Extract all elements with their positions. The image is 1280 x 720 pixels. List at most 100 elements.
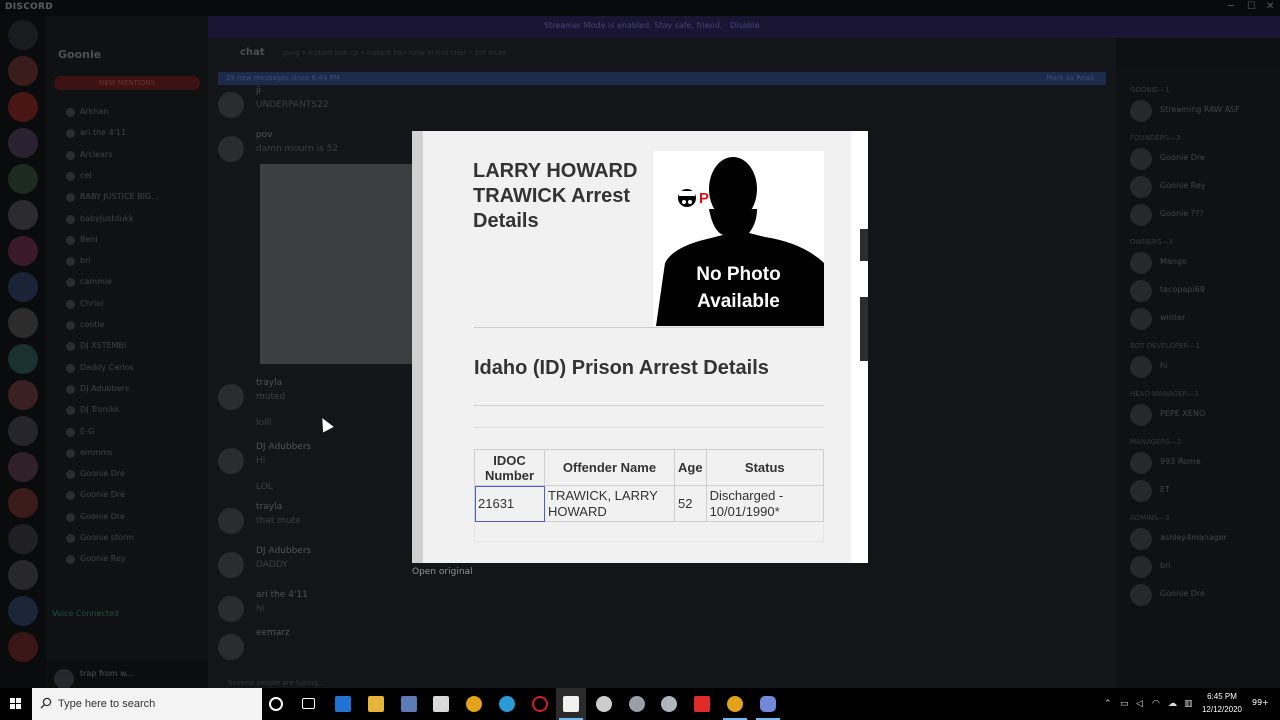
chevron-up-icon[interactable]: ⌃ <box>1104 699 1112 709</box>
open-original-link[interactable]: Open original <box>412 567 473 577</box>
server-icon[interactable] <box>8 92 38 122</box>
avatar[interactable] <box>1130 556 1152 578</box>
edge-icon[interactable] <box>499 696 515 712</box>
sidebar-channel-item[interactable]: ari the 4'11 <box>80 128 126 137</box>
battery-icon[interactable]: ▭ <box>1120 699 1129 709</box>
member-name[interactable]: ET <box>1160 485 1170 494</box>
server-icon[interactable] <box>8 272 38 302</box>
chrome-icon[interactable] <box>466 696 482 712</box>
avatar[interactable] <box>1130 584 1152 606</box>
avatar[interactable] <box>218 552 244 578</box>
taskbar-search[interactable]: Type here to search <box>32 688 262 720</box>
app-icon[interactable] <box>629 696 645 712</box>
member-name[interactable]: Streaming RAW ASF <box>1160 105 1240 114</box>
avatar[interactable] <box>218 508 244 534</box>
sidebar-channel-item[interactable]: Chriol <box>80 299 103 308</box>
member-name[interactable]: 993 Rome <box>1160 457 1201 466</box>
sidebar-channel-item[interactable]: Goonie Dre <box>80 469 125 478</box>
server-icon[interactable] <box>8 164 38 194</box>
sidebar-channel-item[interactable]: Goonie storm <box>80 533 134 542</box>
avatar[interactable] <box>218 384 244 410</box>
sidebar-channel-item[interactable]: Goonie Dre <box>80 490 125 499</box>
onedrive-tray-icon[interactable]: ☁ <box>1168 699 1177 709</box>
avatar[interactable] <box>218 634 244 660</box>
opera-icon[interactable] <box>532 696 548 712</box>
avatar[interactable] <box>54 669 74 689</box>
server-icon[interactable] <box>8 416 38 446</box>
new-messages-bar[interactable]: 29 new messages since 6:44 PM Mark As Re… <box>218 72 1106 85</box>
sidebar-channel-item[interactable]: Beni <box>80 235 98 244</box>
discord-icon[interactable] <box>760 696 776 712</box>
sidebar-channel-item[interactable]: cammie <box>80 277 112 286</box>
maximize-icon[interactable]: ☐ <box>1247 1 1256 12</box>
file-explorer-icon[interactable] <box>368 696 384 712</box>
avatar[interactable] <box>1130 404 1152 426</box>
sidebar-channel-item[interactable]: BABY JUSTICE BIG... <box>80 192 159 201</box>
onedrive-icon[interactable] <box>596 696 612 712</box>
document-icon[interactable] <box>563 696 579 712</box>
sidebar-channel-item[interactable]: Arclears <box>80 150 113 159</box>
clock-time[interactable]: 6:45 PM <box>1197 692 1247 701</box>
member-name[interactable]: PEPE XENO <box>1160 409 1205 418</box>
member-name[interactable]: hi <box>1160 361 1167 370</box>
message-author[interactable]: ji <box>256 86 261 96</box>
close-icon[interactable]: ✕ <box>1266 1 1274 12</box>
sidebar-channel-item[interactable]: bri <box>80 256 91 265</box>
sidebar-channel-item[interactable]: babyjustdukk <box>80 214 134 223</box>
member-name[interactable]: Goonie Rey <box>1160 181 1206 190</box>
sidebar-channel-item[interactable]: Daddy Carlos <box>80 363 134 372</box>
message-author[interactable]: DJ Adubbers <box>256 546 311 556</box>
message-author[interactable]: trayla <box>256 378 282 388</box>
server-icon[interactable] <box>8 560 38 590</box>
member-name[interactable]: Mango <box>1160 257 1187 266</box>
avatar[interactable] <box>1130 452 1152 474</box>
server-icon[interactable] <box>8 452 38 482</box>
server-name[interactable]: Goonie <box>58 48 101 61</box>
sidebar-channel-item[interactable]: DJ XSTEMBI <box>80 341 126 350</box>
network-icon[interactable]: ▥ <box>1184 699 1193 709</box>
avatar[interactable] <box>1130 308 1152 330</box>
disable-button[interactable]: Disable <box>730 21 760 30</box>
member-name[interactable]: bri <box>1160 561 1171 570</box>
minimize-icon[interactable]: ─ <box>1228 1 1234 12</box>
chrome-icon[interactable] <box>727 696 743 712</box>
sidebar-channel-item[interactable]: DJ Tronikk <box>80 405 119 414</box>
avatar[interactable] <box>1130 148 1152 170</box>
sidebar-channel-item[interactable]: E-G <box>80 427 94 436</box>
volume-icon[interactable]: ◁ <box>1136 699 1143 709</box>
message-author[interactable]: eemarz <box>256 628 290 638</box>
mark-as-read-button[interactable]: Mark As Read <box>1046 74 1094 82</box>
sidebar-channel-item[interactable]: Goonie Dre <box>80 512 125 521</box>
avatar[interactable] <box>1130 528 1152 550</box>
message-author[interactable]: pov <box>256 130 273 140</box>
notifications-badge[interactable]: 99+ <box>1252 698 1269 707</box>
sidebar-channel-item[interactable]: cel <box>80 171 92 180</box>
server-icon[interactable] <box>8 308 38 338</box>
member-name[interactable]: Goonie ??? <box>1160 209 1203 218</box>
server-icon[interactable] <box>8 488 38 518</box>
server-icon[interactable] <box>8 200 38 230</box>
avatar[interactable] <box>1130 204 1152 226</box>
sidebar-channel-item[interactable]: cootie <box>80 320 104 329</box>
app-icon[interactable] <box>661 696 677 712</box>
member-name[interactable]: Goonie Dre <box>1160 589 1205 598</box>
message-author[interactable]: ari the 4'11 <box>256 590 308 600</box>
server-icon[interactable] <box>8 524 38 554</box>
member-name[interactable]: Goonie Dre <box>1160 153 1205 162</box>
server-icon[interactable] <box>8 344 38 374</box>
sidebar-channel-item[interactable]: Arkhan <box>80 107 108 116</box>
avatar[interactable] <box>218 448 244 474</box>
server-icon[interactable] <box>8 380 38 410</box>
avatar[interactable] <box>1130 280 1152 302</box>
server-icon[interactable] <box>8 128 38 158</box>
roblox-icon[interactable] <box>694 696 710 712</box>
mail-icon[interactable] <box>335 696 351 712</box>
sidebar-channel-item[interactable]: emmms <box>80 448 112 457</box>
avatar[interactable] <box>1130 176 1152 198</box>
message-author[interactable]: trayla <box>256 502 282 512</box>
member-name[interactable]: tacopapi69 <box>1160 285 1205 294</box>
home-icon[interactable] <box>8 20 38 50</box>
avatar[interactable] <box>1130 252 1152 274</box>
start-button[interactable] <box>0 688 32 720</box>
clock-date[interactable]: 12/12/2020 <box>1197 705 1247 714</box>
